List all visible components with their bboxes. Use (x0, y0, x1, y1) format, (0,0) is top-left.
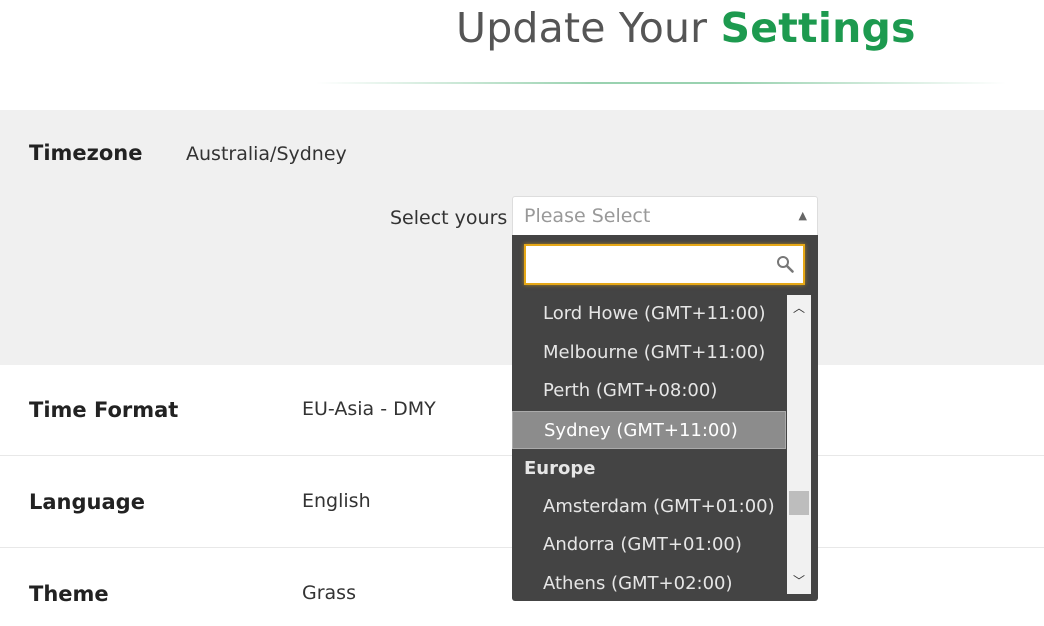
time-format-label: Time Format (29, 398, 179, 422)
theme-label: Theme (29, 582, 109, 606)
timezone-current-value: Australia/Sydney (186, 143, 347, 165)
page-title-accent: Settings (720, 4, 916, 52)
option-perth[interactable]: Perth (GMT+08:00) (512, 372, 786, 411)
timezone-select[interactable]: Please Select ▲ (512, 196, 818, 236)
dropdown-scrollbar[interactable]: ︿ ﹀ (787, 295, 811, 594)
option-sydney[interactable]: Sydney (GMT+11:00) (512, 410, 786, 449)
timezone-label: Timezone (29, 141, 143, 165)
time-format-value: EU-Asia - DMY (302, 398, 436, 420)
dropdown-search-input[interactable] (526, 246, 766, 283)
language-value: English (302, 490, 371, 512)
option-lord-howe[interactable]: Lord Howe (GMT+11:00) (512, 295, 786, 334)
language-label: Language (29, 490, 145, 514)
dropdown-search (524, 244, 805, 285)
page-title-plain: Update Your (456, 4, 721, 52)
caret-up-icon[interactable]: ▲ (799, 209, 807, 222)
option-melbourne[interactable]: Melbourne (GMT+11:00) (512, 334, 786, 373)
scrollbar-thumb[interactable] (789, 491, 809, 515)
option-athens[interactable]: Athens (GMT+02:00) (512, 565, 786, 601)
option-andorra[interactable]: Andorra (GMT+01:00) (512, 526, 786, 565)
option-amsterdam[interactable]: Amsterdam (GMT+01:00) (512, 488, 786, 527)
chevron-up-icon[interactable]: ︿ (787, 297, 811, 319)
timezone-dropdown: Lord Howe (GMT+11:00) Melbourne (GMT+11:… (512, 235, 818, 601)
select-yours-label: Select yours (390, 207, 508, 229)
title-divider (316, 82, 1006, 84)
timezone-select-placeholder: Please Select (524, 205, 651, 227)
dropdown-options: Lord Howe (GMT+11:00) Melbourne (GMT+11:… (512, 295, 786, 600)
page-title: Update Your Settings (456, 4, 916, 52)
search-icon (777, 256, 794, 273)
chevron-down-icon[interactable]: ﹀ (787, 570, 811, 592)
theme-value: Grass (302, 582, 356, 604)
group-europe: Europe (524, 458, 596, 479)
